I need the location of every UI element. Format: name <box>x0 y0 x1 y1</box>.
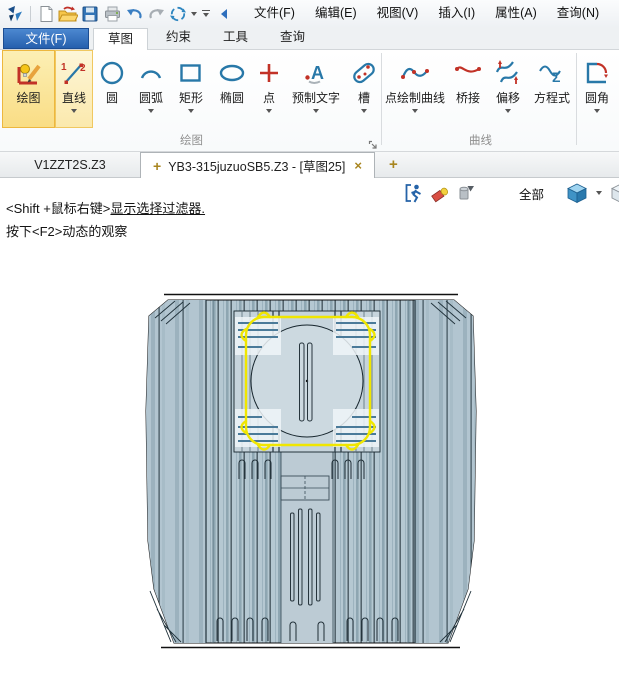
filter-scope-dropdown[interactable]: 全部 <box>519 184 544 203</box>
point-curve-tool-icon <box>399 55 431 91</box>
new-document-icon[interactable] <box>36 4 56 24</box>
menu-view[interactable]: 视图(V) <box>372 0 424 27</box>
regenerate-icon[interactable] <box>168 4 188 24</box>
offset-tool-button[interactable]: 偏移 <box>488 50 528 128</box>
new-tab-button[interactable]: + <box>375 152 412 177</box>
exit-sketch-icon[interactable] <box>404 183 424 203</box>
circle-tool-icon <box>98 55 126 91</box>
ellipse-tool-button[interactable]: 椭圆 <box>211 50 253 128</box>
prompt-line-1: <Shift +鼠标右键>显示选择过滤器. <box>6 198 205 221</box>
bridge-tool-button[interactable]: 桥接 <box>448 50 488 128</box>
draw-tool-icon <box>14 55 44 91</box>
ribbon: 绘图 12 直线 圆 圆弧 矩形 椭圆 <box>0 50 619 152</box>
ready-text-tool-button[interactable]: A 预制文字 <box>285 50 347 128</box>
slot-dropdown[interactable] <box>347 106 381 116</box>
titlebar: 文件(F) 编辑(E) 视图(V) 插入(I) 属性(A) 查询(N) 工具(T… <box>0 0 619 27</box>
view-toolbar: 全部 <box>404 182 619 204</box>
svg-text:A: A <box>311 63 324 83</box>
group-label-curve: 曲线 <box>384 132 577 148</box>
document-tab-inactive[interactable]: V1ZZT2S.Z3 <box>0 152 140 177</box>
undo-icon[interactable] <box>124 4 144 24</box>
fillet-tool-icon <box>583 55 611 91</box>
tab-constraint[interactable]: 约束 <box>152 27 205 49</box>
rectangle-tool-button[interactable]: 矩形 <box>171 50 211 128</box>
svg-text:1: 1 <box>61 62 67 73</box>
fillet-tool-button[interactable]: 圆角 <box>577 50 617 128</box>
app-logo-icon <box>5 4 25 24</box>
filter-icon[interactable] <box>456 183 475 203</box>
tab-sketch[interactable]: 草图 <box>93 28 148 50</box>
eraser-icon[interactable] <box>430 183 450 203</box>
document-tab-title: YB3-315juzuoSB5.Z3 - [草图25] <box>168 156 345 175</box>
ribbon-tab-row: 文件(F) 草图 约束 工具 查询 <box>0 27 619 50</box>
point-curve-dropdown[interactable] <box>382 106 448 116</box>
print-icon[interactable] <box>102 4 122 24</box>
slot-tool-icon <box>349 55 379 91</box>
drawing-canvas[interactable]: 全部 <Shift +鼠标右键>显示选择过滤器. 按下<F2>动态的观察 <box>0 178 619 684</box>
group-label-draw: 绘图 <box>0 132 383 148</box>
point-dropdown[interactable] <box>253 106 285 116</box>
menu-inquire[interactable]: 查询(N) <box>552 0 604 27</box>
save-icon[interactable] <box>80 4 100 24</box>
line-tool-icon: 12 <box>60 55 88 91</box>
tab-tools[interactable]: 工具 <box>209 27 262 49</box>
wireframe-view-cube-icon[interactable] <box>610 182 619 204</box>
point-curve-tool-button[interactable]: 点绘制曲线 <box>382 50 448 128</box>
rectangle-tool-icon <box>177 55 205 91</box>
ellipse-tool-icon <box>217 55 247 91</box>
pin-icon[interactable]: + <box>153 158 161 174</box>
point-tool-button[interactable]: 点 <box>253 50 285 128</box>
ready-text-tool-icon: A <box>302 55 330 91</box>
arc-tool-icon <box>137 55 165 91</box>
menu-tools[interactable]: 工具(T) <box>614 0 619 27</box>
shaded-view-cube-icon[interactable] <box>566 182 588 204</box>
slot-tool-button[interactable]: 槽 <box>347 50 381 128</box>
menu-bar: 文件(F) 编辑(E) 视图(V) 插入(I) 属性(A) 查询(N) 工具(T… <box>249 0 619 27</box>
ready-text-dropdown[interactable] <box>285 106 347 116</box>
arc-tool-button[interactable]: 圆弧 <box>131 50 171 128</box>
open-file-icon[interactable] <box>58 4 78 24</box>
svg-text:Σ: Σ <box>552 69 560 85</box>
offset-tool-icon <box>493 55 523 91</box>
file-menu-button[interactable]: 文件(F) <box>3 28 89 49</box>
point-tool-icon <box>256 55 282 91</box>
close-tab-icon[interactable]: × <box>354 158 362 173</box>
line-dropdown[interactable] <box>56 106 92 116</box>
line-tool-button[interactable]: 12 直线 <box>55 50 93 128</box>
arc-dropdown[interactable] <box>131 106 171 116</box>
motor-housing-model[interactable] <box>142 291 479 663</box>
offset-dropdown[interactable] <box>488 106 528 116</box>
collapse-menu-icon[interactable] <box>214 4 234 24</box>
view-mode-dropdown-icon[interactable] <box>596 191 602 195</box>
dialog-launcher-icon[interactable] <box>368 137 378 147</box>
circle-tool-button[interactable]: 圆 <box>93 50 131 128</box>
menu-file[interactable]: 文件(F) <box>249 0 300 27</box>
prompt-line-2: 按下<F2>动态的观察 <box>6 221 205 244</box>
rectangle-dropdown[interactable] <box>171 106 211 116</box>
regenerate-dropdown-icon[interactable] <box>191 12 197 16</box>
menu-edit[interactable]: 编辑(E) <box>310 0 362 27</box>
toolbar-separator <box>30 6 31 22</box>
tab-inquire[interactable]: 查询 <box>266 27 319 49</box>
bridge-tool-icon <box>453 55 483 91</box>
equation-tool-icon: Σ <box>537 55 567 91</box>
prompt-text: <Shift +鼠标右键>显示选择过滤器. 按下<F2>动态的观察 <box>6 198 205 243</box>
customize-toolbar-icon[interactable] <box>202 10 210 18</box>
menu-insert[interactable]: 插入(I) <box>433 0 480 27</box>
redo-icon[interactable] <box>146 4 166 24</box>
fillet-dropdown[interactable] <box>577 106 617 116</box>
menu-attribute[interactable]: 属性(A) <box>490 0 542 27</box>
document-tab-active[interactable]: + YB3-315juzuoSB5.Z3 - [草图25] × <box>140 152 375 178</box>
document-tab-strip: V1ZZT2S.Z3 + YB3-315juzuoSB5.Z3 - [草图25]… <box>0 152 619 178</box>
equation-tool-button[interactable]: Σ 方程式 <box>528 50 576 128</box>
draw-tool-button[interactable]: 绘图 <box>2 50 55 128</box>
